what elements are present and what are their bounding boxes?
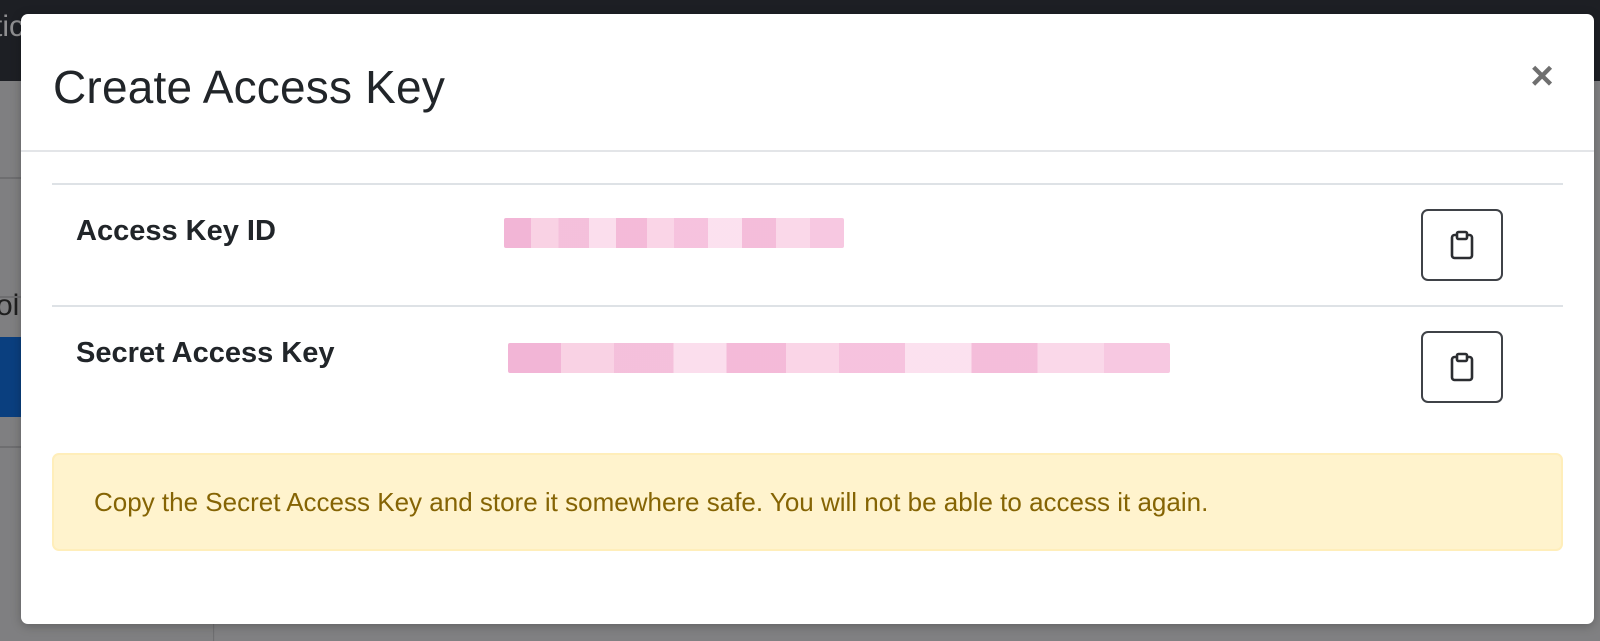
access-key-id-row: Access Key ID	[52, 183, 1563, 305]
access-key-id-label: Access Key ID	[76, 215, 276, 247]
clipboard-icon	[1450, 230, 1474, 260]
modal-body: Access Key ID Secret Access Key	[52, 183, 1563, 455]
copy-secret-access-key-button[interactable]	[1421, 331, 1503, 403]
access-key-id-value-redacted	[504, 218, 844, 248]
close-icon: ×	[1530, 53, 1554, 98]
close-button[interactable]: ×	[1518, 52, 1566, 100]
warning-alert: Copy the Secret Access Key and store it …	[52, 453, 1563, 551]
create-access-key-dialog: Create Access Key × Access Key ID Secret…	[21, 14, 1594, 624]
modal-title: Create Access Key	[53, 61, 446, 113]
copy-access-key-id-button[interactable]	[1421, 209, 1503, 281]
sidebar-divider	[0, 296, 22, 298]
sidebar-heading-text: ol	[0, 289, 20, 322]
sidebar-divider	[0, 446, 22, 448]
secret-access-key-row: Secret Access Key	[52, 305, 1563, 455]
clipboard-icon	[1450, 352, 1474, 382]
sidebar-active-item	[0, 337, 22, 417]
secret-access-key-label: Secret Access Key	[76, 337, 335, 369]
secret-access-key-value-redacted	[508, 343, 1170, 373]
sidebar-divider	[0, 177, 22, 179]
modal-header: Create Access Key ×	[21, 14, 1594, 152]
